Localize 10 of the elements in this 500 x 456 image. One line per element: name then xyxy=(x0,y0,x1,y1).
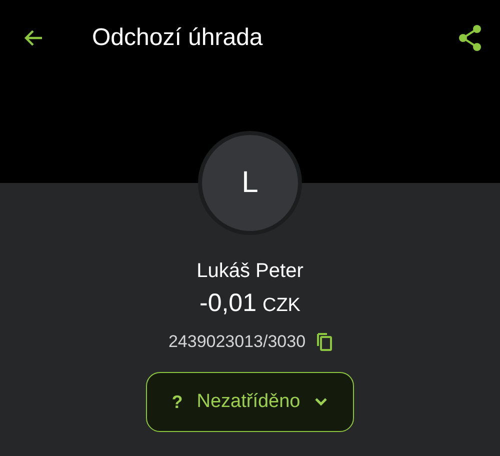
chevron-down-icon xyxy=(314,397,328,407)
copy-icon[interactable] xyxy=(316,333,332,351)
account-number: 2439023013/3030 xyxy=(168,332,306,352)
amount: -0,01 xyxy=(200,289,256,318)
share-icon[interactable] xyxy=(458,25,482,51)
payee-name: Lukáš Peter xyxy=(196,260,304,283)
question-mark: ? xyxy=(172,392,183,412)
page-title: Odchozí úhrada xyxy=(92,24,264,52)
category-dropdown[interactable]: ? Nezatříděno xyxy=(146,372,354,432)
currency: CZK xyxy=(262,295,300,317)
